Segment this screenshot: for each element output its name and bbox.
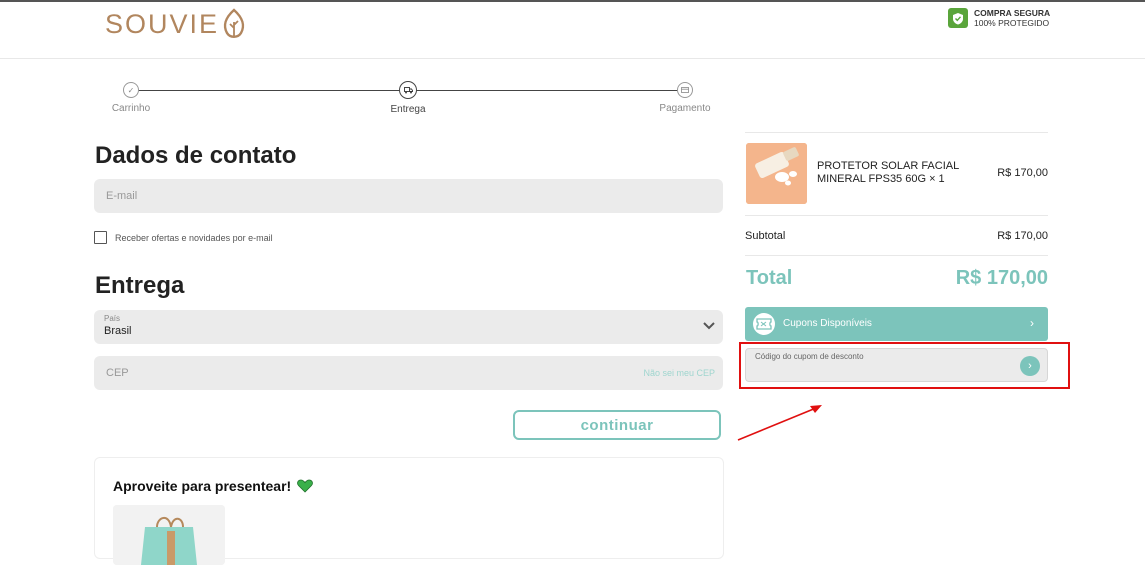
product-name: PROTETOR SOLAR FACIAL MINERAL FPS35 60G … — [817, 160, 959, 185]
newsletter-checkbox[interactable] — [94, 231, 107, 244]
truck-icon — [399, 81, 417, 99]
arrow-right-icon — [737, 405, 822, 441]
highlight-box — [739, 342, 1070, 389]
card-icon — [677, 82, 693, 98]
country-select[interactable]: País Brasil — [94, 310, 723, 344]
continue-button[interactable]: continuar — [513, 410, 721, 440]
shield-check-icon — [948, 8, 968, 28]
step-cart[interactable]: ✓ Carrinho — [109, 82, 153, 114]
contact-section-title: Dados de contato — [95, 142, 297, 169]
subtotal-value: R$ 170,00 — [997, 230, 1048, 242]
country-value: Brasil — [104, 325, 132, 337]
delivery-section-title: Entrega — [95, 272, 185, 299]
heart-icon — [297, 479, 314, 493]
email-field[interactable]: E-mail — [94, 179, 723, 213]
brand-name: SOUVIE — [105, 8, 220, 39]
secure-title: COMPRA SEGURA — [974, 8, 1051, 18]
summary-divider-2 — [745, 255, 1048, 256]
step-payment-label: Pagamento — [659, 103, 711, 114]
step-delivery: Entrega — [383, 81, 433, 115]
newsletter-label: Receber ofertas e novidades por e-mail — [115, 232, 273, 243]
gift-suggestion-card: Aproveite para presentear! — [94, 457, 724, 565]
chevron-right-icon: › — [1030, 316, 1034, 330]
available-coupons-button[interactable]: Cupons Disponíveis › — [745, 307, 1048, 341]
gift-product-image[interactable] — [113, 505, 225, 565]
header: SOUVIE COMPRA SEGURA 100% PROTEGIDO — [0, 2, 1145, 59]
cep-field[interactable]: CEP Não sei meu CEP — [94, 356, 723, 390]
cep-help-link[interactable]: Não sei meu CEP — [643, 368, 715, 378]
summary-divider-1 — [745, 215, 1048, 216]
total-label: Total — [746, 267, 793, 289]
cep-placeholder: CEP — [106, 367, 129, 379]
brand-logo[interactable]: SOUVIE — [105, 8, 247, 40]
total-value: R$ 170,00 — [955, 267, 1048, 289]
email-placeholder: E-mail — [106, 190, 138, 202]
country-label: País — [104, 314, 121, 323]
coupon-icon — [753, 313, 775, 335]
chevron-down-icon — [703, 322, 715, 330]
secure-purchase-badge: COMPRA SEGURA 100% PROTEGIDO — [948, 8, 1050, 28]
product-thumbnail — [746, 143, 807, 204]
product-price: R$ 170,00 — [997, 167, 1048, 179]
checkout-stepper: ✓ Carrinho Entrega Pagamento — [112, 81, 711, 122]
summary-divider-top — [745, 132, 1048, 133]
subtotal-label: Subtotal — [745, 230, 786, 242]
leaf-logo-icon — [223, 8, 245, 38]
step-payment: Pagamento — [655, 82, 715, 114]
secure-subtitle: 100% PROTEGIDO — [974, 18, 1050, 28]
gift-title: Aproveite para presentear! — [113, 478, 292, 494]
step-delivery-label: Entrega — [390, 104, 426, 115]
newsletter-option[interactable]: Receber ofertas e novidades por e-mail — [94, 231, 273, 244]
step-cart-label: Carrinho — [111, 103, 151, 114]
check-icon: ✓ — [123, 82, 139, 98]
available-coupons-label: Cupons Disponíveis — [783, 318, 872, 329]
